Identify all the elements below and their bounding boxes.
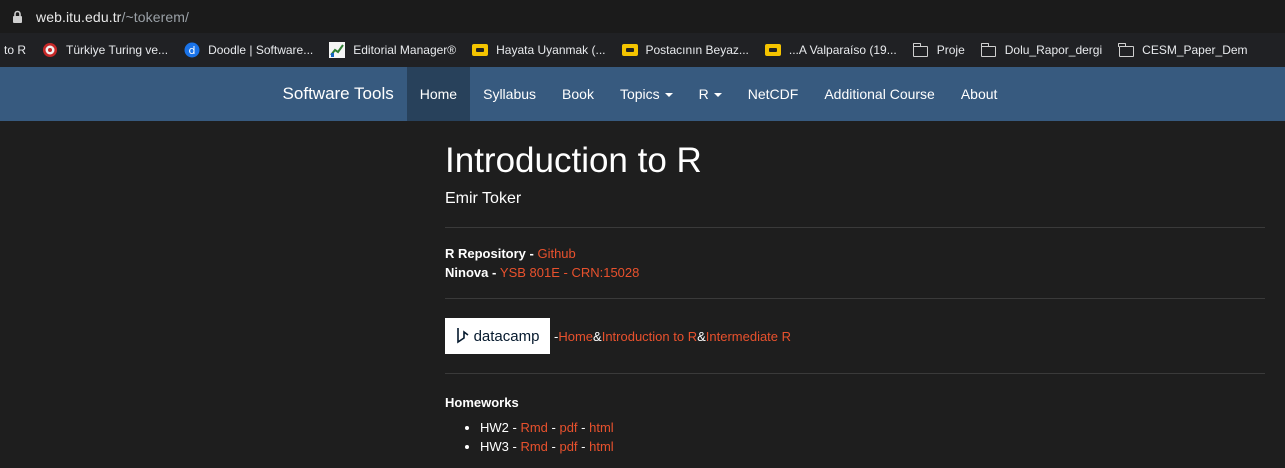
nav-r-dropdown[interactable]: R bbox=[686, 67, 735, 121]
youtube-icon bbox=[621, 42, 638, 58]
nav-additional-course[interactable]: Additional Course bbox=[811, 67, 948, 121]
homework-item: HW2 - Rmd - pdf - html bbox=[480, 418, 1265, 437]
divider bbox=[445, 298, 1265, 299]
bookmark-folder[interactable]: Proje bbox=[912, 42, 965, 58]
bookmark-label: Hayata Uyanmak (... bbox=[496, 43, 606, 57]
repo-line: R Repository - Github bbox=[445, 246, 576, 261]
bookmark-label: Türkiye Turing ve... bbox=[66, 43, 169, 57]
youtube-icon bbox=[764, 42, 781, 58]
homeworks-heading: Homeworks bbox=[445, 395, 519, 410]
divider bbox=[445, 227, 1265, 228]
bookmark-label: Doodle | Software... bbox=[208, 43, 314, 57]
divider bbox=[445, 373, 1265, 374]
datacamp-logo[interactable]: datacamp bbox=[445, 318, 550, 354]
bookmark-item[interactable]: Editorial Manager® bbox=[329, 42, 456, 58]
homework-list: HW2 - Rmd - pdf - html HW3 - Rmd - pdf -… bbox=[445, 418, 1265, 456]
bookmark-item[interactable]: Hayata Uyanmak (... bbox=[472, 42, 606, 58]
caret-down-icon bbox=[713, 93, 722, 97]
nav-netcdf[interactable]: NetCDF bbox=[735, 67, 812, 121]
bookmark-label: CESM_Paper_Dem bbox=[1142, 43, 1248, 57]
folder-icon bbox=[1118, 42, 1134, 58]
nav-book[interactable]: Book bbox=[549, 67, 607, 121]
bookmark-label: Proje bbox=[936, 43, 965, 57]
url-text[interactable]: web.itu.edu.tr/~tokerem/ bbox=[36, 9, 189, 25]
site-navbar: Software Tools Home Syllabus Book Topics… bbox=[0, 67, 1285, 121]
hw2-rmd-link[interactable]: Rmd bbox=[520, 420, 547, 435]
datacamp-intro-r-link[interactable]: Introduction to R bbox=[602, 329, 697, 344]
navbar-brand[interactable]: Software Tools bbox=[283, 84, 394, 104]
repo-label: R Repository bbox=[445, 246, 526, 261]
hw2-html-link[interactable]: html bbox=[589, 420, 614, 435]
github-link[interactable]: Github bbox=[537, 246, 575, 261]
hw2-pdf-link[interactable]: pdf bbox=[559, 420, 577, 435]
bookmarks-bar: to R Türkiye Turing ve... d Doodle | Sof… bbox=[0, 33, 1285, 67]
ninova-label: Ninova bbox=[445, 265, 489, 280]
bookmark-item[interactable]: to R bbox=[4, 43, 26, 57]
chart-icon bbox=[329, 42, 346, 58]
nav-about[interactable]: About bbox=[948, 67, 1011, 121]
bookmark-item[interactable]: d Doodle | Software... bbox=[184, 42, 313, 58]
bookmark-label: Dolu_Rapor_dergi bbox=[1004, 43, 1103, 57]
caret-down-icon bbox=[664, 93, 673, 97]
ninova-link[interactable]: YSB 801E - CRN:15028 bbox=[500, 265, 639, 280]
bookmark-item[interactable]: Postacının Beyaz... bbox=[621, 42, 749, 58]
page-title: Introduction to R bbox=[445, 141, 702, 180]
main-content: Introduction to R Emir Toker R Repositor… bbox=[445, 121, 1265, 456]
bookmark-item[interactable]: ...A Valparaíso (19... bbox=[764, 42, 897, 58]
bookmark-label: Editorial Manager® bbox=[353, 43, 457, 57]
lock-icon bbox=[12, 9, 26, 25]
homework-item: HW3 - Rmd - pdf - html bbox=[480, 437, 1265, 456]
nav-syllabus[interactable]: Syllabus bbox=[470, 67, 549, 121]
bookmark-label: Postacının Beyaz... bbox=[645, 43, 749, 57]
datacamp-icon bbox=[456, 328, 469, 344]
ninova-line: Ninova - YSB 801E - CRN:15028 bbox=[445, 265, 640, 280]
bookmark-folder[interactable]: CESM_Paper_Dem bbox=[1118, 42, 1248, 58]
folder-icon bbox=[980, 42, 997, 58]
seal-icon bbox=[42, 42, 58, 58]
hw3-pdf-link[interactable]: pdf bbox=[559, 439, 577, 454]
datacamp-row: datacamp - Home & Introduction to R & In… bbox=[445, 318, 1265, 354]
bookmark-item[interactable]: Türkiye Turing ve... bbox=[42, 42, 168, 58]
svg-text:d: d bbox=[189, 44, 196, 57]
youtube-icon bbox=[472, 42, 489, 58]
datacamp-home-link[interactable]: Home bbox=[558, 329, 593, 344]
nav-topics-dropdown[interactable]: Topics bbox=[607, 67, 686, 121]
nav-home[interactable]: Home bbox=[406, 67, 471, 121]
datacamp-intermediate-r-link[interactable]: Intermediate R bbox=[706, 329, 791, 344]
hw3-rmd-link[interactable]: Rmd bbox=[520, 439, 547, 454]
bookmark-label: ...A Valparaíso (19... bbox=[788, 43, 897, 57]
folder-icon bbox=[912, 42, 929, 58]
address-bar[interactable]: web.itu.edu.tr/~tokerem/ bbox=[0, 0, 1285, 33]
bookmark-folder[interactable]: Dolu_Rapor_dergi bbox=[980, 42, 1103, 58]
hw3-html-link[interactable]: html bbox=[589, 439, 614, 454]
bookmark-label: to R bbox=[4, 43, 27, 57]
author-name: Emir Toker bbox=[445, 190, 522, 207]
doodle-icon: d bbox=[184, 42, 200, 58]
